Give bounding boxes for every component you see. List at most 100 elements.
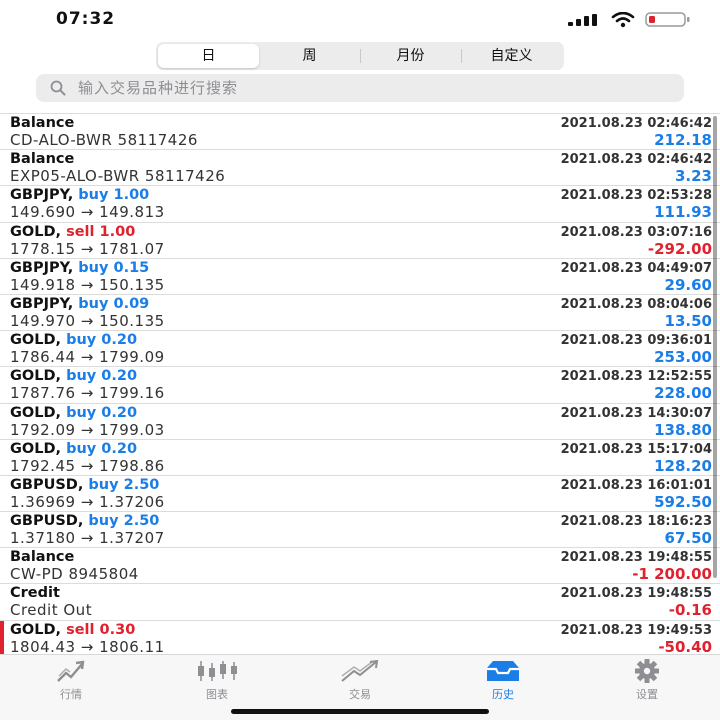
row-detail: CW-PD 8945804 xyxy=(10,565,139,584)
history-row[interactable]: GOLD, buy 0.20 1792.09 → 1799.03 2021.08.2… xyxy=(0,404,720,440)
history-row[interactable]: GOLD, buy 0.20 1786.44 → 1799.09 2021.08.2… xyxy=(0,331,720,368)
battery-icon xyxy=(645,12,690,27)
row-profit: 138.80 xyxy=(654,420,712,439)
row-detail: 149.690 → 149.813 xyxy=(10,203,165,222)
trade-icon xyxy=(310,659,410,683)
row-symbol: GBPUSD, xyxy=(10,476,84,493)
row-profit: 228.00 xyxy=(654,384,712,403)
row-detail: 1792.09 → 1799.03 xyxy=(10,420,165,439)
row-title: GBPUSD, buy 2.50 xyxy=(10,513,159,529)
row-symbol: Balance xyxy=(10,115,75,131)
segment-2[interactable]: 月份 xyxy=(360,44,461,68)
row-title: Balance xyxy=(10,549,74,565)
gear-icon xyxy=(597,659,697,683)
segment-0[interactable]: 日 xyxy=(158,44,259,68)
row-side: buy 2.50 xyxy=(88,476,160,493)
row-detail: CD-ALO-BWR 58117426 xyxy=(10,131,198,149)
row-title: GOLD, buy 0.20 xyxy=(10,368,137,384)
cellular-signal-icon xyxy=(568,14,597,26)
segment-3[interactable]: 自定义 xyxy=(461,44,562,68)
status-time: 07:32 xyxy=(56,9,116,29)
row-detail: 1.37180 → 1.37207 xyxy=(10,529,165,548)
history-row[interactable]: Balance EXP05-ALO-BWR 58117426 2021.08.23 … xyxy=(0,150,720,187)
row-title: GBPJPY, buy 1.00 xyxy=(10,187,149,203)
row-side: buy 1.00 xyxy=(78,187,150,204)
row-symbol: Balance xyxy=(10,151,75,168)
row-time: 2021.08.23 19:48:55 xyxy=(560,586,712,602)
scrollbar[interactable] xyxy=(713,116,717,578)
tab-history[interactable]: 历史 xyxy=(453,657,553,701)
row-symbol: Balance xyxy=(10,549,75,566)
row-time: 2021.08.23 02:46:42 xyxy=(560,152,712,168)
row-detail: 1.36969 → 1.37206 xyxy=(10,492,165,511)
search-icon xyxy=(50,80,66,96)
history-row[interactable]: Balance CW-PD 8945804 2021.08.23 19:48:55-… xyxy=(0,548,720,585)
row-time: 2021.08.23 02:46:42 xyxy=(560,116,712,131)
tab-gear[interactable]: 设置 xyxy=(597,657,697,701)
row-side: sell 0.30 xyxy=(66,621,136,638)
row-symbol: GOLD, xyxy=(10,332,62,349)
row-symbol: GBPJPY, xyxy=(10,295,74,312)
status-bar: 07:32 xyxy=(0,0,720,38)
row-profit: 29.60 xyxy=(664,275,712,294)
tab-label: 图表 xyxy=(206,688,228,701)
tab-quotes[interactable]: 行情 xyxy=(21,657,121,701)
quotes-icon xyxy=(21,659,121,683)
row-symbol: GOLD, xyxy=(10,440,62,457)
row-title: GOLD, buy 0.20 xyxy=(10,332,137,348)
home-indicator xyxy=(231,709,489,714)
tab-label: 交易 xyxy=(349,688,371,701)
row-detail: 1787.76 → 1799.16 xyxy=(10,384,165,403)
tab-label: 历史 xyxy=(492,688,514,701)
history-row[interactable]: Credit Credit Out 2021.08.23 19:48:55 -0.16 xyxy=(0,584,720,621)
row-side: buy 0.20 xyxy=(66,368,138,385)
row-profit: -50.40 xyxy=(658,637,712,656)
row-time: 2021.08.23 19:48:55 xyxy=(560,550,712,566)
row-title: GBPJPY, buy 0.09 xyxy=(10,296,149,312)
search-input[interactable] xyxy=(78,74,668,102)
row-profit: -292.00 xyxy=(647,239,712,258)
row-profit: 212.18 xyxy=(654,131,712,149)
history-row[interactable]: GBPUSD, buy 2.50 1.37180 → 1.37207 2021.08… xyxy=(0,512,720,549)
row-title: GOLD, sell 0.30 xyxy=(10,622,135,638)
tab-chart-candles[interactable]: 图表 xyxy=(167,657,267,701)
row-detail: 1778.15 → 1781.07 xyxy=(10,239,165,258)
row-title: GBPJPY, buy 0.15 xyxy=(10,260,149,276)
history-row[interactable]: Balance CD-ALO-BWR 58117426 2021.08.23 02:… xyxy=(0,114,720,151)
row-profit: 128.20 xyxy=(654,456,712,475)
tab-trade[interactable]: 交易 xyxy=(310,657,410,701)
row-title: GOLD, buy 0.20 xyxy=(10,441,137,457)
row-symbol: GOLD, xyxy=(10,621,62,638)
history-row[interactable]: GOLD, buy 0.20 1787.76 → 1799.16 2021.08.2… xyxy=(0,367,720,404)
segment-1[interactable]: 周 xyxy=(259,44,360,68)
history-icon xyxy=(453,659,553,683)
history-list: Balance CD-ALO-BWR 58117426 2021.08.23 02:… xyxy=(0,113,720,657)
row-detail: 149.918 → 150.135 xyxy=(10,275,165,294)
row-symbol: Credit xyxy=(10,585,60,602)
tab-label: 设置 xyxy=(636,688,658,701)
history-row[interactable]: GBPUSD, buy 2.50 1.36969 → 1.37206 2021.08… xyxy=(0,476,720,513)
history-row[interactable]: GOLD, sell 1.00 1778.15 → 1781.07 2021.08.… xyxy=(0,223,720,259)
row-detail: Credit Out xyxy=(10,601,93,620)
row-detail: EXP05-ALO-BWR 58117426 xyxy=(10,167,226,186)
row-title: Credit xyxy=(10,585,60,601)
row-symbol: GOLD, xyxy=(10,404,62,421)
row-detail: 1792.45 → 1798.86 xyxy=(10,456,165,475)
history-row[interactable]: GOLD, buy 0.20 1792.45 → 1798.86 2021.08.2… xyxy=(0,440,720,476)
row-time: 2021.08.23 16:01:01 xyxy=(560,477,712,493)
history-row[interactable]: GBPJPY, buy 0.15 149.918 → 150.135 2021.08… xyxy=(0,259,720,295)
row-side: buy 0.20 xyxy=(66,440,138,457)
row-symbol: GBPUSD, xyxy=(10,513,84,530)
history-row[interactable]: GOLD, sell 0.30 1804.43 → 1806.11 2021.08.… xyxy=(0,620,720,657)
row-title: Balance xyxy=(10,115,74,131)
row-side: buy 0.09 xyxy=(78,295,150,312)
row-side: sell 1.00 xyxy=(66,223,136,240)
row-detail: 1804.43 → 1806.11 xyxy=(10,637,165,656)
row-time: 2021.08.23 14:30:07 xyxy=(560,405,712,421)
history-row[interactable]: GBPJPY, buy 0.09 149.970 → 150.135 2021.08… xyxy=(0,295,720,332)
row-time: 2021.08.23 09:36:01 xyxy=(560,333,712,349)
row-profit: -0.16 xyxy=(668,601,712,620)
row-time: 2021.08.23 15:17:04 xyxy=(560,441,712,457)
history-row[interactable]: GBPJPY, buy 1.00 149.690 → 149.813 2021.08… xyxy=(0,186,720,223)
row-title: Balance xyxy=(10,151,74,167)
